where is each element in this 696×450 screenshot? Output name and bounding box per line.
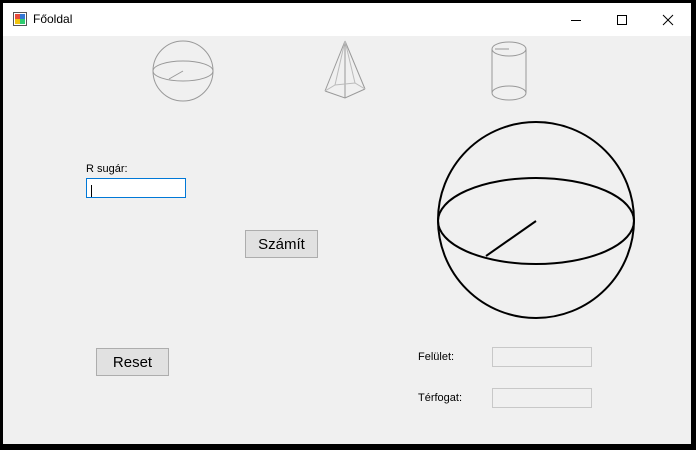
cylinder-shape-button[interactable] <box>489 39 529 108</box>
text-caret <box>91 185 92 197</box>
maximize-button[interactable] <box>599 3 645 36</box>
minimize-button[interactable] <box>553 3 599 36</box>
calculate-button[interactable]: Számít <box>245 230 318 258</box>
sphere-shape-button[interactable] <box>151 39 215 108</box>
radius-label: R sugár: <box>86 163 128 175</box>
window-title: Főoldal <box>33 12 73 26</box>
radius-input[interactable] <box>86 178 186 198</box>
pyramid-icon <box>324 40 366 99</box>
title-bar: Főoldal <box>3 3 691 36</box>
volume-output[interactable] <box>492 388 592 408</box>
surface-label: Felület: <box>418 351 455 363</box>
surface-output[interactable] <box>492 347 592 367</box>
main-window: Főoldal R sugár: Számít Reset Felület: T… <box>3 3 691 444</box>
reset-button[interactable]: Reset <box>96 348 169 376</box>
sphere-diagram <box>437 121 635 319</box>
app-icon <box>13 12 27 26</box>
minimize-icon <box>571 19 581 21</box>
close-icon <box>662 14 674 25</box>
volume-label: Térfogat: <box>418 392 463 404</box>
close-button[interactable] <box>645 3 691 36</box>
sphere-preview <box>435 119 639 328</box>
maximize-icon <box>617 14 627 25</box>
cylinder-icon <box>491 41 527 101</box>
sphere-icon <box>152 40 214 102</box>
pyramid-shape-button[interactable] <box>321 39 371 106</box>
